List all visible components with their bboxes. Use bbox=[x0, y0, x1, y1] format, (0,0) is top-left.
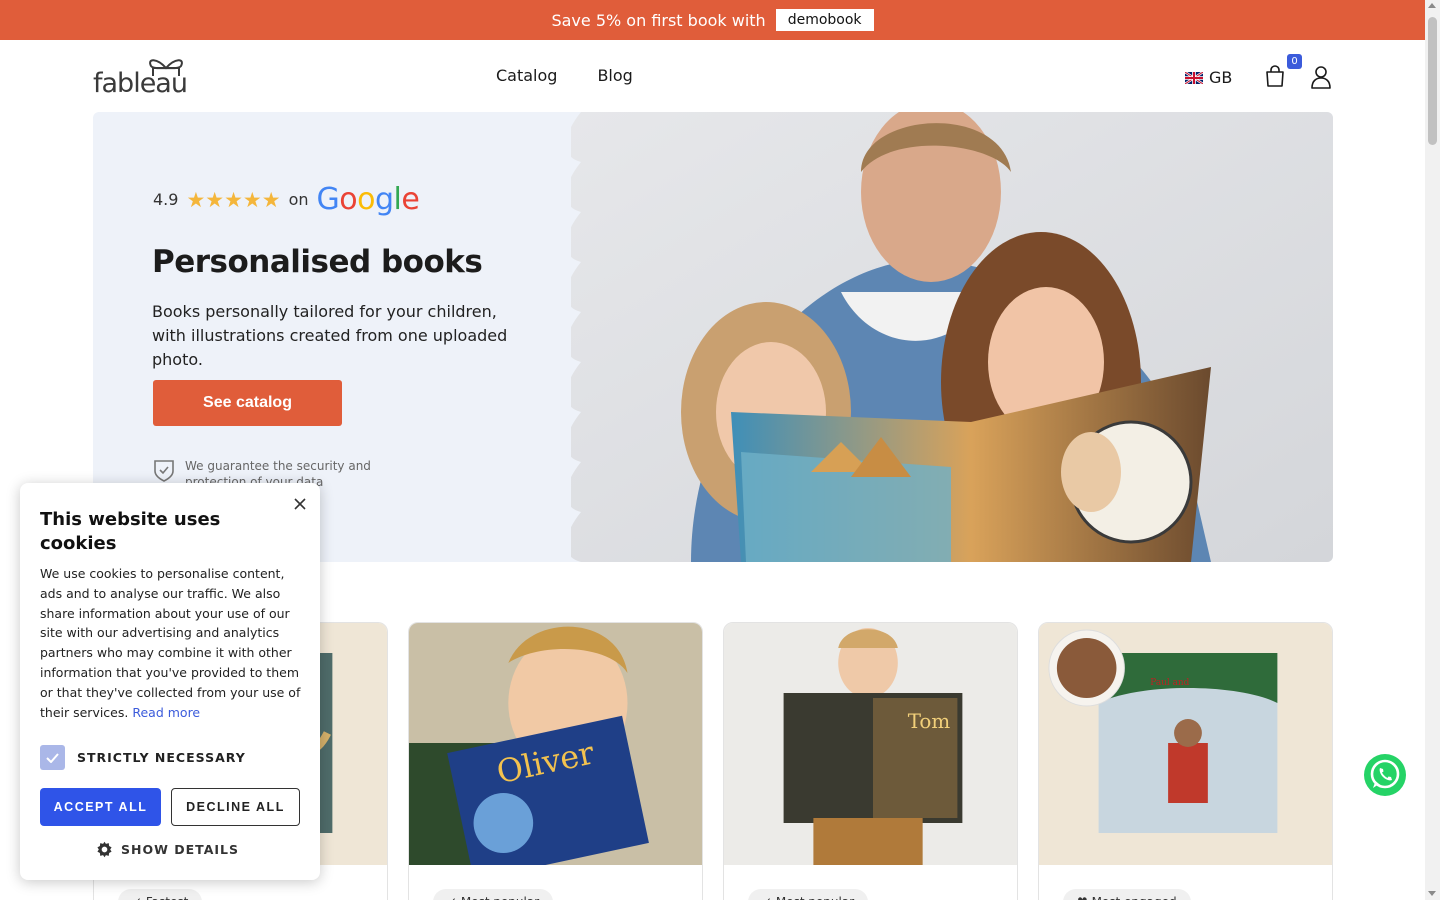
product-image: Tom bbox=[724, 623, 1017, 865]
card-tag: ♥ Most engaged bbox=[1063, 889, 1191, 900]
card-tag: ✓ Fastest bbox=[118, 889, 203, 900]
gear-icon bbox=[97, 841, 112, 858]
nav-blog[interactable]: Blog bbox=[597, 66, 632, 85]
main-nav: Catalog Blog bbox=[496, 66, 633, 85]
product-card[interactable]: Oliver ✓ Most popular bbox=[408, 622, 703, 900]
nav-catalog[interactable]: Catalog bbox=[496, 66, 557, 85]
scroll-down-icon[interactable] bbox=[1428, 891, 1436, 896]
logo-text: fableau bbox=[93, 68, 188, 99]
cart-count-badge: 0 bbox=[1287, 54, 1302, 69]
svg-text:Paul and: Paul and bbox=[1150, 678, 1189, 688]
cart-icon[interactable] bbox=[1263, 64, 1287, 88]
strictly-necessary-label: STRICTLY NECESSARY bbox=[77, 750, 246, 765]
scroll-thumb[interactable] bbox=[1428, 17, 1437, 145]
card-tag: ✓ Most popular bbox=[748, 889, 869, 900]
hero-family-reading-image bbox=[571, 112, 1333, 562]
google-rating: 4.9 ★★★★★ on Google bbox=[153, 182, 420, 217]
rating-on-text: on bbox=[288, 190, 309, 209]
scroll-up-icon[interactable] bbox=[1428, 3, 1436, 8]
cookie-dialog: This website uses cookies We use cookies… bbox=[20, 483, 320, 880]
promo-code[interactable]: demobook bbox=[775, 9, 874, 31]
decline-all-button[interactable]: DECLINE ALL bbox=[171, 788, 300, 826]
cookie-body-text: We use cookies to personalise content, a… bbox=[40, 566, 301, 720]
close-icon[interactable] bbox=[292, 496, 308, 512]
see-catalog-button[interactable]: See catalog bbox=[153, 380, 342, 426]
strictly-necessary-checkbox[interactable] bbox=[40, 745, 65, 770]
language-code: GB bbox=[1209, 68, 1233, 87]
rating-value: 4.9 bbox=[153, 190, 179, 209]
accept-all-button[interactable]: ACCEPT ALL bbox=[40, 788, 161, 826]
shield-check-icon bbox=[154, 460, 174, 482]
site-header: fableau Catalog Blog GB 0 bbox=[93, 54, 1333, 100]
cookie-body: We use cookies to personalise content, a… bbox=[40, 564, 302, 722]
strictly-necessary-row: STRICTLY NECESSARY bbox=[40, 745, 246, 770]
product-image: Paul and bbox=[1039, 623, 1332, 865]
language-selector[interactable]: GB bbox=[1185, 68, 1232, 87]
read-more-link[interactable]: Read more bbox=[132, 705, 200, 720]
svg-text:Tom: Tom bbox=[908, 710, 951, 733]
user-account-icon[interactable] bbox=[1310, 65, 1332, 89]
rating-stars-icon: ★★★★★ bbox=[186, 187, 281, 212]
show-details-label: SHOW DETAILS bbox=[121, 842, 239, 857]
whatsapp-icon[interactable] bbox=[1363, 753, 1407, 797]
cookie-title: This website uses cookies bbox=[40, 509, 221, 554]
logo[interactable]: fableau bbox=[93, 54, 189, 99]
promo-text: Save 5% on first book with bbox=[551, 10, 766, 30]
hero-title: Personalised books bbox=[152, 244, 483, 280]
scrollbar[interactable] bbox=[1425, 0, 1440, 900]
product-card[interactable]: Tom ✓ Most popular bbox=[723, 622, 1018, 900]
uk-flag-icon bbox=[1185, 71, 1203, 84]
card-tag: ✓ Most popular bbox=[433, 889, 554, 900]
google-logo: Google bbox=[316, 182, 420, 217]
checkmark-icon bbox=[46, 752, 59, 763]
hero-description: Books personally tailored for your child… bbox=[152, 302, 508, 369]
product-image: Oliver bbox=[409, 623, 702, 865]
show-details-button[interactable]: SHOW DETAILS bbox=[96, 841, 239, 858]
product-card[interactable]: Paul and ♥ Most engaged bbox=[1038, 622, 1333, 900]
promo-bar: Save 5% on first book with demobook bbox=[0, 0, 1425, 40]
